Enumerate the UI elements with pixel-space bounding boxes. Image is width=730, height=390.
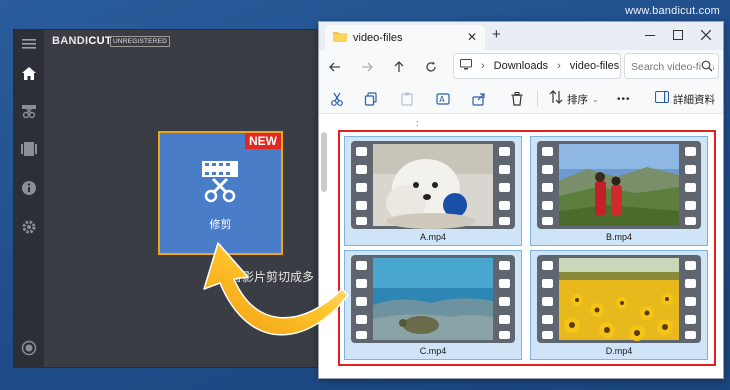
file-explorer-window: video-files ✕ + › Downloads › video-file… bbox=[318, 21, 724, 379]
breadcrumb[interactable]: › Downloads › video-files bbox=[453, 53, 621, 79]
record-icon[interactable] bbox=[14, 336, 44, 360]
chevron-down-icon: ⌄ bbox=[592, 94, 599, 104]
column-header-marker: : bbox=[416, 118, 419, 128]
breadcrumb-downloads[interactable]: Downloads bbox=[494, 60, 548, 72]
breadcrumb-video-files[interactable]: video-files bbox=[570, 60, 620, 72]
breadcrumb-separator: › bbox=[557, 60, 561, 72]
details-button[interactable]: 詳細資料 bbox=[654, 89, 715, 109]
monitor-icon bbox=[460, 59, 472, 73]
title-bar: video-files ✕ + bbox=[319, 22, 723, 50]
gear-icon[interactable] bbox=[14, 215, 44, 239]
sidebar bbox=[14, 30, 44, 367]
new-tab-button[interactable]: + bbox=[492, 26, 501, 43]
drag-arrow-icon bbox=[203, 242, 349, 336]
selection-highlight-frame: A.mp4 B.mp4 C.mp4 D.mp4 bbox=[338, 130, 716, 366]
file-name: A.mp4 bbox=[419, 232, 446, 242]
close-tab-icon[interactable]: ✕ bbox=[467, 30, 477, 44]
watermark: www.bandicut.com bbox=[625, 5, 720, 17]
maximize-icon[interactable] bbox=[667, 25, 689, 45]
up-arrow-icon[interactable] bbox=[389, 57, 409, 77]
svg-text:A: A bbox=[439, 95, 445, 104]
more-label: ••• bbox=[617, 93, 631, 105]
sort-label: 排序 bbox=[567, 93, 588, 106]
file-item-d[interactable]: D.mp4 bbox=[530, 250, 708, 360]
video-thumbnail-sunflowers bbox=[537, 255, 701, 343]
unregistered-badge: UNREGISTERED bbox=[110, 36, 171, 47]
file-list-area: : A.mp4 B.mp4 C.mp4 D.mp4 bbox=[319, 114, 723, 378]
file-name: C.mp4 bbox=[419, 346, 447, 356]
rename-icon[interactable]: A bbox=[433, 89, 453, 109]
new-badge: NEW bbox=[245, 133, 281, 149]
forward-arrow-icon[interactable] bbox=[357, 57, 377, 77]
film-icon[interactable] bbox=[14, 137, 44, 161]
sort-icon bbox=[549, 89, 563, 109]
back-arrow-icon[interactable] bbox=[325, 57, 345, 77]
menu-icon[interactable] bbox=[14, 32, 44, 56]
share-icon[interactable] bbox=[469, 89, 489, 109]
sort-button[interactable]: 排序 ⌄ bbox=[549, 89, 599, 109]
cut-icon[interactable] bbox=[327, 89, 347, 109]
tab-title: video-files bbox=[353, 31, 403, 44]
video-thumbnail-underwater bbox=[351, 255, 515, 343]
breadcrumb-separator: › bbox=[481, 60, 485, 72]
cut-icon[interactable] bbox=[14, 99, 44, 123]
details-pane-icon bbox=[654, 90, 670, 108]
video-thumbnail-hills bbox=[537, 141, 701, 229]
trash-icon[interactable] bbox=[507, 89, 527, 109]
file-item-c[interactable]: C.mp4 bbox=[344, 250, 522, 360]
file-name: D.mp4 bbox=[605, 346, 633, 356]
close-window-icon[interactable] bbox=[695, 25, 717, 45]
file-item-b[interactable]: B.mp4 bbox=[530, 136, 708, 246]
app-logo: BANDICUT bbox=[52, 35, 112, 47]
copy-icon[interactable] bbox=[361, 89, 381, 109]
trim-label: 修剪 bbox=[209, 219, 232, 231]
paste-icon[interactable] bbox=[397, 89, 417, 109]
info-icon[interactable] bbox=[14, 176, 44, 200]
file-name: B.mp4 bbox=[605, 232, 632, 242]
tab-video-files[interactable]: video-files ✕ bbox=[325, 25, 485, 50]
search-input[interactable]: Search video-files bbox=[624, 53, 719, 79]
details-label: 詳細資料 bbox=[673, 93, 715, 106]
folder-icon bbox=[333, 31, 347, 45]
search-icon bbox=[701, 60, 713, 75]
toolbar-divider bbox=[537, 91, 538, 107]
refresh-icon[interactable] bbox=[421, 57, 441, 77]
home-icon[interactable] bbox=[14, 61, 44, 85]
film-scissors-icon bbox=[200, 159, 240, 208]
address-bar: › Downloads › video-files Search video-f… bbox=[319, 50, 723, 84]
command-bar: A 排序 ⌄ ••• 詳細資料 bbox=[319, 84, 723, 114]
minimize-icon[interactable] bbox=[639, 25, 661, 45]
file-item-a[interactable]: A.mp4 bbox=[344, 136, 522, 246]
more-options-button[interactable]: ••• bbox=[617, 89, 631, 109]
video-thumbnail-puppy bbox=[351, 141, 515, 229]
scrollbar[interactable] bbox=[321, 132, 327, 192]
